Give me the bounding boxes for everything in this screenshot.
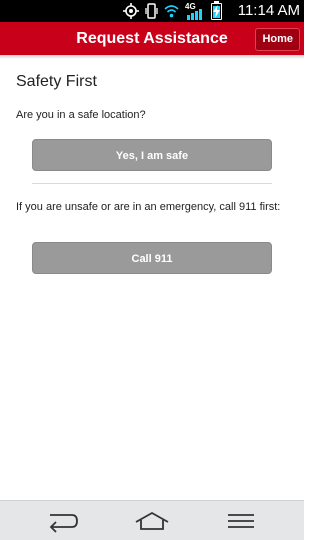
page-title: Safety First [16,73,97,90]
lte-signal-icon: 4G [185,2,205,20]
status-bar: 4G 11:14 AM [0,0,304,22]
home-button[interactable]: Home [255,28,300,51]
call-911-button[interactable]: Call 911 [32,242,272,274]
menu-icon[interactable] [221,509,261,533]
navigation-bar [0,500,304,540]
battery-charging-icon [211,0,222,20]
i-am-safe-button[interactable]: Yes, I am safe [32,139,272,171]
emergency-instructions: If you are unsafe or are in an emergency… [16,201,281,213]
back-icon[interactable] [42,509,82,533]
home-icon[interactable] [132,509,172,533]
network-label: 4G [185,2,196,11]
app-header: Request Assistance Home [0,22,304,55]
gps-icon [123,3,139,19]
divider [32,183,272,184]
main-content: Safety First Are you in a safe location?… [0,59,304,500]
status-time: 11:14 AM [237,2,300,19]
safety-question: Are you in a safe location? [16,109,146,121]
vibrate-icon [145,3,158,19]
wifi-icon [164,4,179,18]
status-icons: 4G [123,0,222,20]
